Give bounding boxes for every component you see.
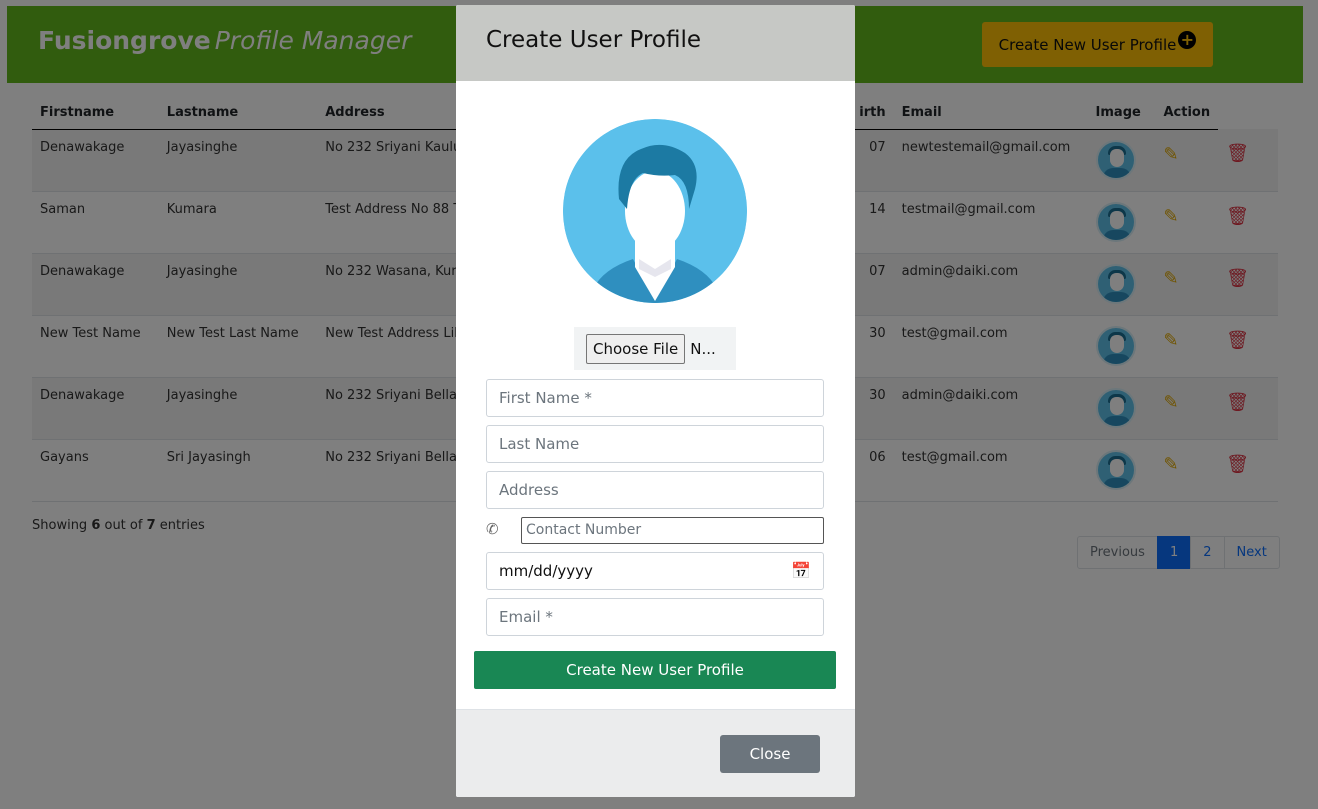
modal-header: Create User Profile: [456, 5, 855, 81]
file-upload-area: Choose File N...: [574, 327, 736, 370]
contact-number-input[interactable]: Contact Number: [521, 517, 824, 544]
choose-file-button[interactable]: Choose File: [586, 333, 686, 364]
first-name-input[interactable]: First Name *: [486, 379, 824, 417]
last-name-input[interactable]: Last Name: [486, 425, 824, 463]
modal-title: Create User Profile: [486, 27, 701, 53]
phone-globe-icon: ✆: [486, 520, 499, 538]
create-user-profile-submit-button[interactable]: Create New User Profile: [474, 651, 836, 689]
avatar-preview: [563, 119, 747, 303]
calendar-icon[interactable]: 📅: [791, 553, 811, 589]
date-placeholder: mm/dd/yyyy: [499, 562, 593, 580]
date-of-birth-input[interactable]: mm/dd/yyyy 📅: [486, 552, 824, 590]
address-input[interactable]: Address: [486, 471, 824, 509]
modal-footer: Close: [456, 709, 855, 797]
create-user-profile-modal: Create User Profile Choose File N... Fir…: [456, 5, 855, 797]
file-status-text: N...: [690, 339, 716, 358]
close-button[interactable]: Close: [720, 735, 820, 773]
user-avatar-icon: [563, 119, 747, 303]
email-input[interactable]: Email *: [486, 598, 824, 636]
